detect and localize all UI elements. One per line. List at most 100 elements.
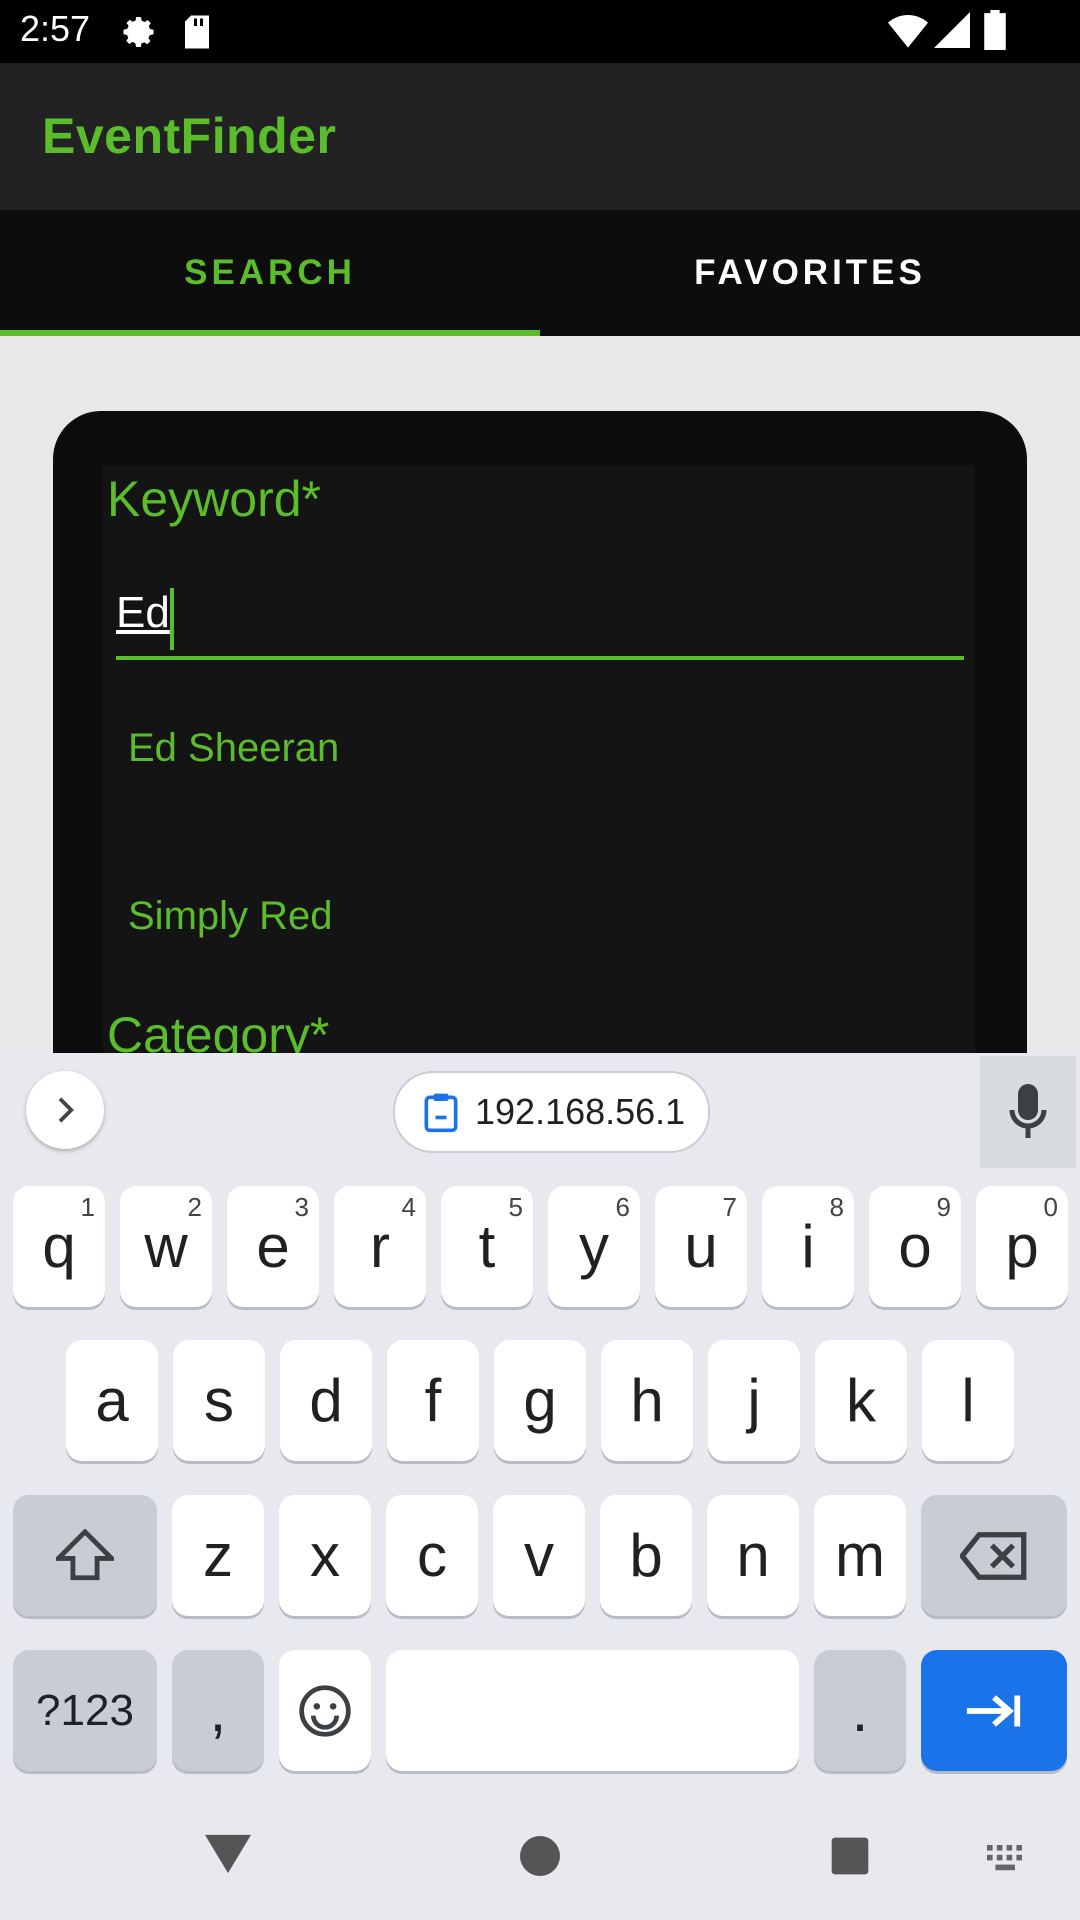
key-label: d	[309, 1367, 343, 1434]
suggestion-item[interactable]: Ed Sheeran	[128, 726, 339, 771]
key-m[interactable]: m	[814, 1495, 906, 1616]
text-cursor	[170, 588, 174, 650]
tab-indicator	[0, 330, 540, 336]
key-label: m	[835, 1522, 885, 1589]
key-label: o	[898, 1213, 932, 1280]
key-label: y	[579, 1213, 609, 1280]
key-hint: 0	[1043, 1192, 1058, 1222]
key-label: i	[801, 1213, 815, 1280]
chevron-right-icon	[58, 1097, 74, 1123]
key-label: q	[42, 1213, 76, 1280]
tab-search[interactable]: SEARCH	[0, 210, 540, 336]
key-s[interactable]: s	[173, 1340, 265, 1461]
key-label: x	[310, 1522, 340, 1589]
key-f[interactable]: f	[387, 1340, 479, 1461]
key-label: k	[846, 1367, 876, 1434]
key-label: l	[961, 1367, 975, 1434]
key-hint: 2	[187, 1192, 202, 1222]
key-e[interactable]: e3	[227, 1186, 319, 1307]
key-label: h	[630, 1367, 664, 1434]
key-l[interactable]: l	[922, 1340, 1014, 1461]
key-o[interactable]: o9	[869, 1186, 961, 1307]
key-label: z	[203, 1522, 233, 1589]
key-hint: 6	[615, 1192, 630, 1222]
key-v[interactable]: v	[493, 1495, 585, 1616]
key-k[interactable]: k	[815, 1340, 907, 1461]
key-label: e	[256, 1213, 290, 1280]
signal-icon	[934, 12, 970, 48]
shift-icon	[56, 1528, 114, 1580]
key-c[interactable]: c	[386, 1495, 478, 1616]
key-label: j	[747, 1367, 761, 1434]
suggestion-item[interactable]: Simply Red	[128, 894, 333, 939]
comma-key[interactable]: ,	[172, 1650, 264, 1771]
emoji-key[interactable]	[279, 1650, 371, 1771]
key-x[interactable]: x	[279, 1495, 371, 1616]
shift-key[interactable]	[13, 1495, 157, 1616]
key-b[interactable]: b	[600, 1495, 692, 1616]
keyword-underline	[116, 656, 964, 660]
key-label: w	[144, 1213, 188, 1280]
key-d[interactable]: d	[280, 1340, 372, 1461]
home-nav-icon[interactable]	[520, 1836, 560, 1876]
backspace-key[interactable]	[921, 1495, 1067, 1616]
key-label: r	[370, 1213, 390, 1280]
voice-input-button[interactable]	[980, 1056, 1076, 1168]
keyword-input[interactable]: Ed	[116, 588, 170, 638]
key-w[interactable]: w2	[120, 1186, 212, 1307]
toolbar-expand-button[interactable]	[26, 1071, 104, 1149]
key-hint: 5	[508, 1192, 523, 1222]
key-hint: 9	[936, 1192, 951, 1222]
back-nav-icon[interactable]	[205, 1834, 251, 1874]
tab-favorites[interactable]: FAVORITES	[540, 210, 1080, 336]
period-key[interactable]: .	[814, 1650, 906, 1771]
settings-icon	[123, 17, 154, 47]
key-label: v	[524, 1522, 554, 1589]
key-a[interactable]: a	[66, 1340, 158, 1461]
wifi-icon	[888, 15, 928, 48]
key-label: p	[1005, 1213, 1039, 1280]
soft-keyboard	[0, 1053, 1080, 1920]
key-n[interactable]: n	[707, 1495, 799, 1616]
next-key[interactable]	[921, 1650, 1067, 1771]
app-title: EventFinder	[42, 108, 337, 164]
key-hint: 8	[829, 1192, 844, 1222]
key-label: b	[629, 1522, 663, 1589]
app-bar: EventFinder	[0, 63, 1080, 210]
key-hint: 7	[722, 1192, 737, 1222]
key-label: g	[523, 1367, 557, 1434]
key-t[interactable]: t5	[441, 1186, 533, 1307]
key-h[interactable]: h	[601, 1340, 693, 1461]
key-g[interactable]: g	[494, 1340, 586, 1461]
key-label: u	[684, 1213, 718, 1280]
keyword-label: Keyword*	[107, 471, 321, 527]
key-label: a	[95, 1367, 129, 1434]
tab-next-icon	[966, 1694, 1021, 1727]
key-u[interactable]: u7	[655, 1186, 747, 1307]
microphone-icon	[1009, 1084, 1047, 1138]
battery-icon	[984, 10, 1006, 50]
status-bar: 2:57	[0, 0, 1080, 63]
key-hint: 3	[294, 1192, 309, 1222]
key-label: n	[736, 1522, 770, 1589]
keyboard-switch-icon[interactable]	[987, 1845, 1029, 1873]
symbols-key[interactable]: ?123	[13, 1650, 157, 1771]
key-q[interactable]: q1	[13, 1186, 105, 1307]
emoji-icon	[299, 1684, 351, 1737]
recents-nav-icon[interactable]	[830, 1836, 870, 1876]
status-time: 2:57	[20, 8, 91, 49]
key-hint: 1	[80, 1192, 95, 1222]
key-p[interactable]: p0	[976, 1186, 1068, 1307]
clipboard-suggestion-chip[interactable]: 192.168.56.1	[393, 1071, 710, 1153]
key-r[interactable]: r4	[334, 1186, 426, 1307]
clipboard-link-icon	[424, 1093, 458, 1133]
key-i[interactable]: i8	[762, 1186, 854, 1307]
tab-bar: SEARCH FAVORITES	[0, 210, 1080, 336]
key-hint: 4	[401, 1192, 416, 1222]
key-y[interactable]: y6	[548, 1186, 640, 1307]
space-key[interactable]	[386, 1650, 799, 1771]
key-label: t	[478, 1213, 496, 1280]
key-label: c	[417, 1522, 447, 1589]
key-z[interactable]: z	[172, 1495, 264, 1616]
key-j[interactable]: j	[708, 1340, 800, 1461]
